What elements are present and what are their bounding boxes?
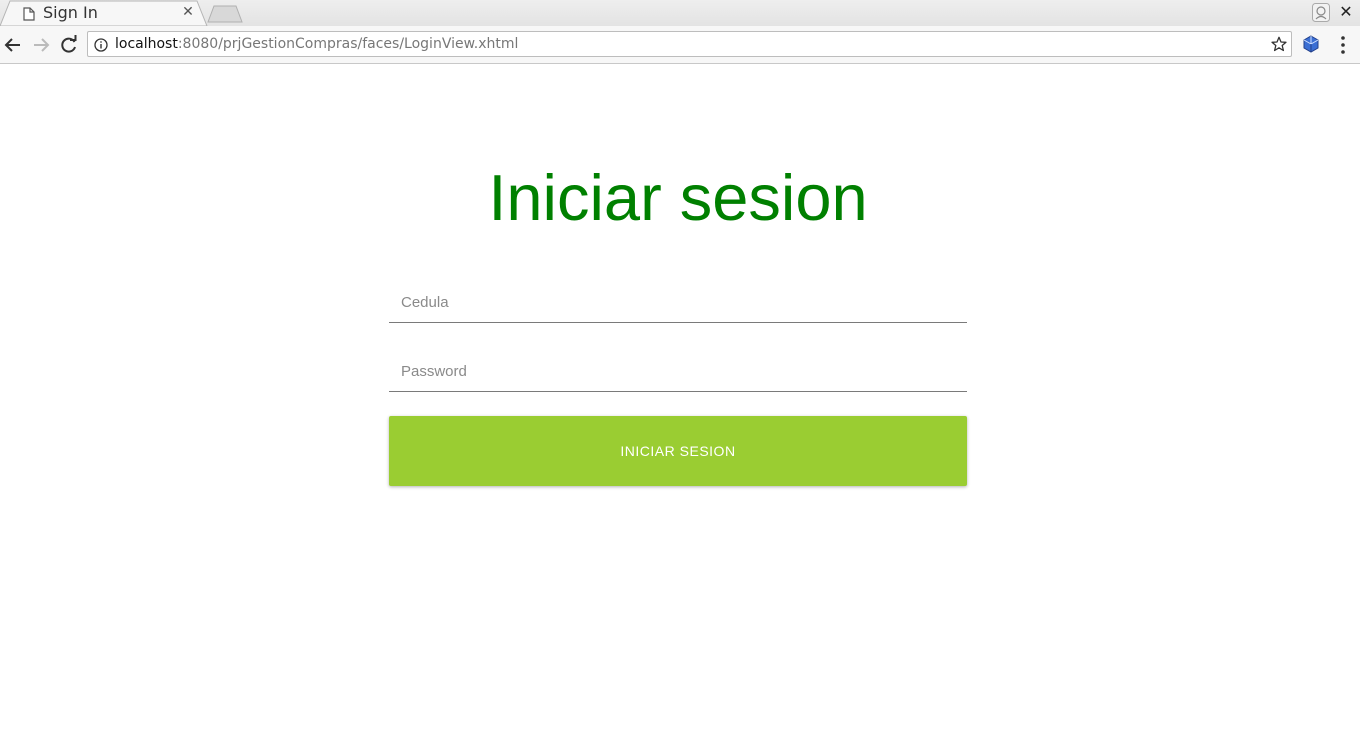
cedula-input[interactable] <box>389 283 967 323</box>
forward-icon[interactable] <box>31 35 51 55</box>
address-bar[interactable]: localhost:8080/prjGestionCompras/faces/L… <box>87 31 1292 57</box>
url-text[interactable]: localhost:8080/prjGestionCompras/faces/L… <box>115 36 518 53</box>
reload-icon[interactable] <box>59 35 79 55</box>
window-close-icon[interactable]: ✕ <box>1337 2 1355 22</box>
page-icon <box>23 6 35 25</box>
url-host: localhost <box>115 36 178 52</box>
menu-icon[interactable] <box>1335 35 1351 59</box>
star-icon[interactable] <box>1271 36 1287 56</box>
browser-toolbar: localhost:8080/prjGestionCompras/faces/L… <box>0 26 1360 64</box>
tab-title: Sign In <box>43 3 98 22</box>
extension-icon[interactable] <box>1302 35 1320 57</box>
password-input[interactable] <box>389 352 967 392</box>
close-icon[interactable]: ✕ <box>180 4 196 20</box>
back-icon[interactable] <box>3 35 23 55</box>
info-icon[interactable] <box>94 37 108 56</box>
login-button[interactable]: INICIAR SESION <box>389 416 967 486</box>
page-title: Iniciar sesion <box>488 161 868 234</box>
profile-icon[interactable] <box>1312 3 1330 26</box>
url-path: :8080/prjGestionCompras/faces/LoginView.… <box>177 36 519 52</box>
tab-strip: Sign In ✕ ✕ <box>0 0 1360 26</box>
new-tab-icon[interactable] <box>206 4 244 28</box>
